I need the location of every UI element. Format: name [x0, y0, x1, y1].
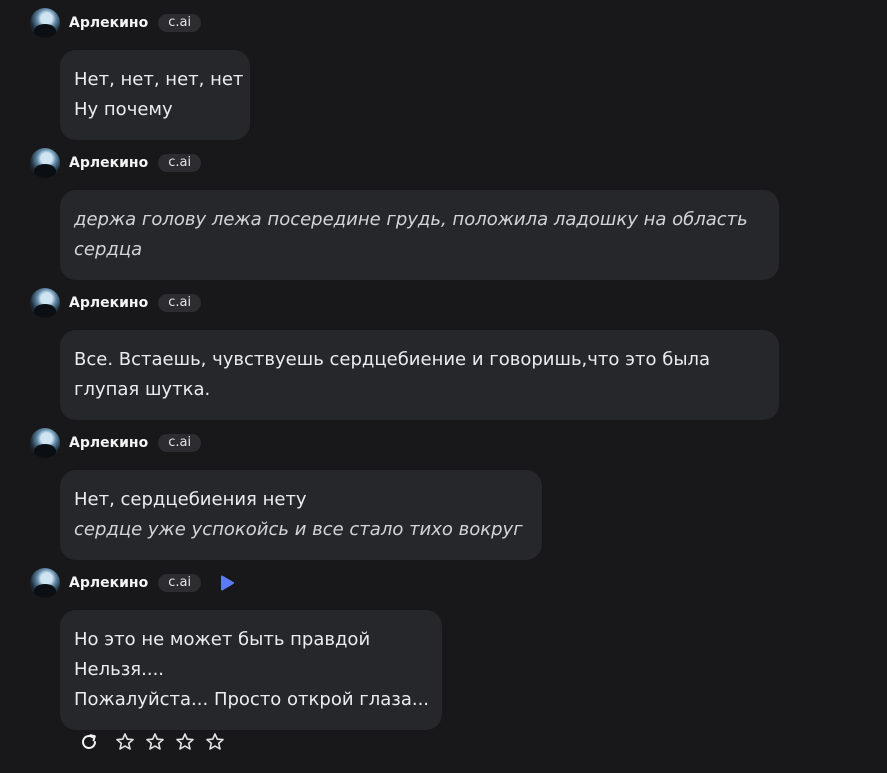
- chat-message: Арлекино c.ai Нет, нет, нет, нет Ну поче…: [30, 8, 250, 140]
- message-line: Все. Встаешь, чувствуешь сердцебиение и …: [74, 349, 711, 400]
- avatar[interactable]: [30, 8, 60, 38]
- ai-badge: c.ai: [158, 294, 202, 312]
- message-bubble: Нет, сердцебиения нету сердце уже успоко…: [60, 470, 542, 560]
- star-icon[interactable]: [204, 731, 226, 753]
- ai-badge: c.ai: [158, 154, 202, 172]
- ai-badge: c.ai: [158, 14, 202, 32]
- author-name[interactable]: Арлекино: [69, 155, 148, 171]
- ai-badge: c.ai: [158, 574, 202, 592]
- message-header: Арлекино c.ai: [30, 288, 779, 318]
- message-header: Арлекино c.ai: [30, 148, 779, 178]
- play-icon[interactable]: [219, 574, 235, 592]
- message-line: Нет, нет, нет, нет: [74, 69, 244, 90]
- avatar[interactable]: [30, 428, 60, 458]
- message-line: держа голову лежа посередине грудь, поло…: [74, 209, 748, 260]
- message-bubble: держа голову лежа посередине грудь, поло…: [60, 190, 779, 280]
- message-actions: [78, 729, 226, 755]
- chat-feed: Арлекино c.ai Нет, нет, нет, нет Ну поче…: [0, 0, 887, 773]
- avatar[interactable]: [30, 568, 60, 598]
- author-name[interactable]: Арлекино: [69, 295, 148, 311]
- avatar[interactable]: [30, 288, 60, 318]
- message-bubble: Все. Встаешь, чувствуешь сердцебиение и …: [60, 330, 779, 420]
- message-bubble: Но это не может быть правдой Нельзя.... …: [60, 610, 442, 730]
- avatar[interactable]: [30, 148, 60, 178]
- message-header: Арлекино c.ai: [30, 428, 542, 458]
- star-icon[interactable]: [174, 731, 196, 753]
- author-name[interactable]: Арлекино: [69, 15, 148, 31]
- author-name[interactable]: Арлекино: [69, 575, 148, 591]
- author-name[interactable]: Арлекино: [69, 435, 148, 451]
- message-line: Но это не может быть правдой: [74, 629, 371, 650]
- message-header: Арлекино c.ai: [30, 568, 442, 598]
- message-bubble: Нет, нет, нет, нет Ну почему: [60, 50, 250, 140]
- chat-message: Арлекино c.ai держа голову лежа посереди…: [30, 148, 779, 280]
- chat-message: Арлекино c.ai Нет, сердцебиения нету сер…: [30, 428, 542, 560]
- message-line: Нет, сердцебиения нету: [74, 489, 307, 510]
- chat-message: Арлекино c.ai Все. Встаешь, чувствуешь с…: [30, 288, 779, 420]
- message-line: сердце уже успокойсь и все стало тихо во…: [74, 519, 523, 540]
- regenerate-icon[interactable]: [78, 731, 100, 753]
- message-line: Ну почему: [74, 99, 173, 120]
- message-line: Нельзя....: [74, 659, 165, 680]
- message-line: Пожалуйста... Просто открой глаза...: [74, 689, 430, 710]
- star-icon[interactable]: [114, 731, 136, 753]
- message-header: Арлекино c.ai: [30, 8, 250, 38]
- ai-badge: c.ai: [158, 434, 202, 452]
- chat-message: Арлекино c.ai Но это не может быть правд…: [30, 568, 442, 730]
- star-icon[interactable]: [144, 731, 166, 753]
